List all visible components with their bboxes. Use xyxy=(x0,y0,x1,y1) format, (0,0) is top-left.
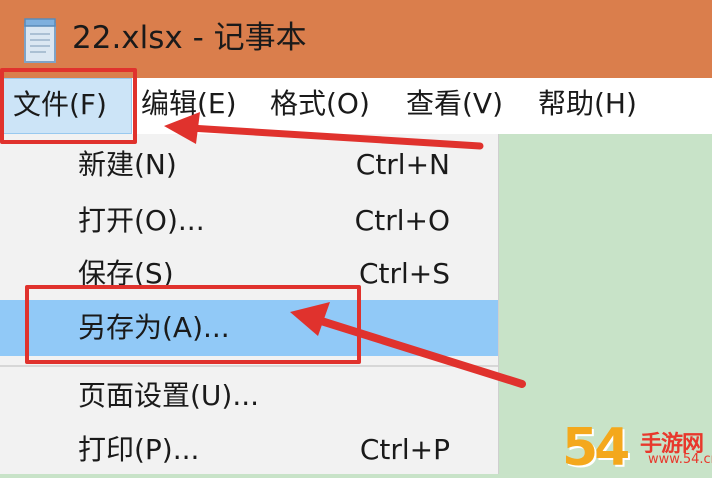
menu-help[interactable]: 帮助(H) xyxy=(538,78,637,134)
menu-separator xyxy=(0,365,498,367)
menu-item-print[interactable]: 打印(P)... Ctrl+P xyxy=(0,422,498,478)
watermark-number: 54 xyxy=(562,418,630,478)
menu-item-shortcut: Ctrl+S xyxy=(358,257,450,290)
menu-format[interactable]: 格式(O) xyxy=(270,78,370,134)
site-watermark-logo: 54 手游网 www.54.cn xyxy=(562,418,712,478)
menu-item-label: 页面设置(U)... xyxy=(78,379,260,412)
highlight-box-file-menu xyxy=(0,68,137,144)
menu-item-label: 打开(O)... xyxy=(78,204,205,237)
menu-item-shortcut: Ctrl+O xyxy=(354,204,450,237)
title-bar: 22.xlsx - 记事本 xyxy=(0,0,712,78)
menu-edit[interactable]: 编辑(E) xyxy=(141,78,237,134)
highlight-box-save-as xyxy=(25,285,361,364)
window-title: 22.xlsx - 记事本 xyxy=(72,20,307,56)
menu-item-shortcut: Ctrl+P xyxy=(359,433,450,466)
menu-item-open[interactable]: 打开(O)... Ctrl+O xyxy=(0,193,498,249)
notepad-icon xyxy=(24,18,56,63)
menu-item-shortcut: Ctrl+N xyxy=(355,148,450,181)
menu-item-page-setup[interactable]: 页面设置(U)... xyxy=(0,368,498,424)
menu-item-label: 新建(N) xyxy=(78,148,177,181)
menu-view[interactable]: 查看(V) xyxy=(406,78,503,134)
menu-item-new[interactable]: 新建(N) Ctrl+N xyxy=(0,137,498,193)
watermark-url: www.54.cn xyxy=(648,452,712,467)
menu-item-label: 打印(P)... xyxy=(78,433,200,466)
